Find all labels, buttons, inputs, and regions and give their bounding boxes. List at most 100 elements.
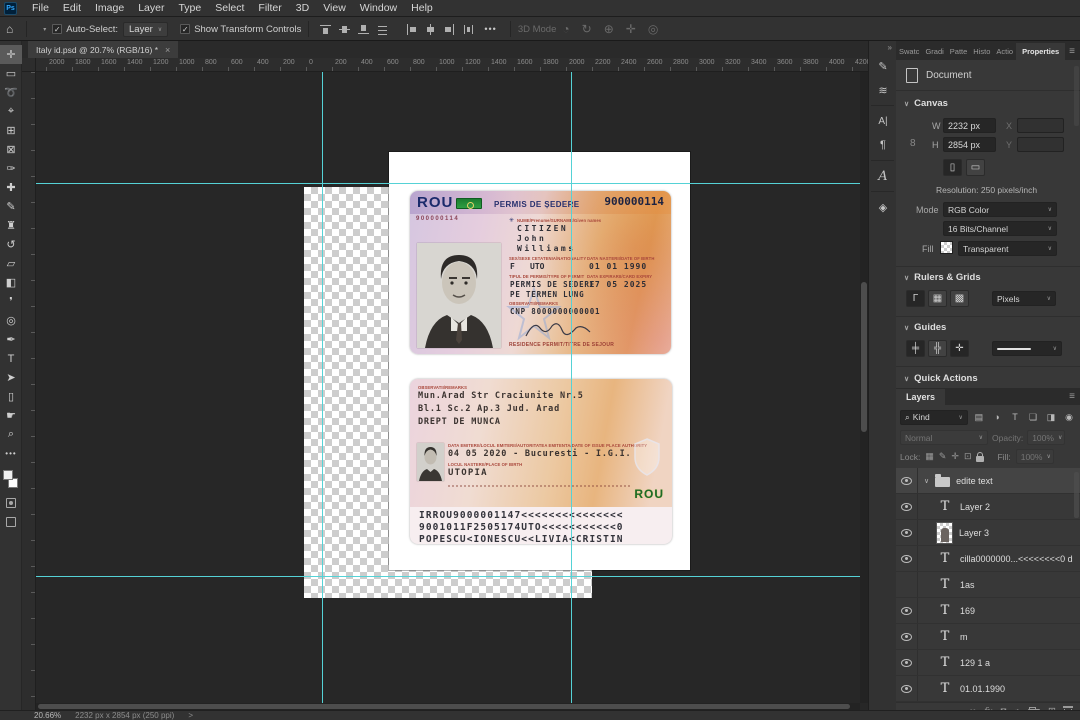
- move-tool[interactable]: ✛: [0, 45, 22, 64]
- bit-depth-dropdown[interactable]: 16 Bits/Channel∨: [943, 221, 1057, 236]
- crop-tool[interactable]: ⊞: [0, 121, 22, 140]
- menu-3d[interactable]: 3D: [289, 1, 316, 15]
- guide-horizontal-top[interactable]: [36, 183, 860, 184]
- layer-filter-dropdown[interactable]: ⌕ Kind ∨: [900, 410, 968, 425]
- menu-edit[interactable]: Edit: [56, 1, 88, 15]
- lock-artboard-icon[interactable]: ⊡: [964, 451, 972, 462]
- constrain-link-icon[interactable]: 8: [910, 138, 916, 149]
- home-icon[interactable]: ⌂: [0, 22, 19, 36]
- distribute-horizontal-button[interactable]: [459, 21, 478, 38]
- foreground-color-swatch[interactable]: [3, 470, 13, 480]
- layers-scrollbar[interactable]: [1074, 472, 1079, 518]
- panel-tab-histo[interactable]: Histo: [970, 43, 993, 60]
- history-brush-tool[interactable]: ↺: [0, 235, 22, 254]
- distribute-vertical-button[interactable]: [373, 21, 392, 38]
- materials-panel-icon[interactable]: ◈: [869, 195, 897, 219]
- canvas-area[interactable]: 2000180016001400120010008006004002000200…: [22, 58, 868, 710]
- text-layer-thumbnail[interactable]: T: [936, 626, 954, 648]
- panel-tab-actio[interactable]: Actio: [993, 43, 1016, 60]
- brushes-panel-icon[interactable]: ≋: [869, 78, 897, 102]
- menu-select[interactable]: Select: [208, 1, 251, 15]
- toggle-guides-button[interactable]: ╪: [906, 340, 925, 357]
- text-layer-thumbnail[interactable]: T: [936, 496, 954, 518]
- expand-panels-icon[interactable]: »: [869, 41, 896, 54]
- snap-guides-button[interactable]: ✛: [950, 340, 969, 357]
- align-vertical-center-button[interactable]: [335, 21, 354, 38]
- image-layer-thumbnail[interactable]: [936, 522, 953, 544]
- toggle-rulers-button[interactable]: Γ: [906, 290, 925, 307]
- orientation-landscape-button[interactable]: ▭: [966, 159, 985, 176]
- ruler-corner[interactable]: [22, 58, 36, 72]
- filter-toggle-pin-icon[interactable]: ◉: [1062, 410, 1076, 424]
- layer-visibility-toggle[interactable]: [896, 546, 918, 571]
- panel-menu-icon[interactable]: ≡: [1069, 46, 1080, 60]
- character-panel-icon[interactable]: A|: [869, 109, 897, 133]
- layer-row[interactable]: Layer 3: [896, 520, 1080, 546]
- menu-window[interactable]: Window: [353, 1, 404, 15]
- guide-vertical-left[interactable]: [322, 72, 323, 703]
- paragraph-panel-icon[interactable]: ¶: [869, 133, 897, 157]
- quick-actions-section-header[interactable]: ∨Quick Actions: [904, 373, 978, 384]
- guide-style-dropdown[interactable]: ∨: [992, 341, 1062, 356]
- frame-tool[interactable]: ⊠: [0, 140, 22, 159]
- panel-menu-icon[interactable]: ≡: [1069, 391, 1080, 405]
- rectangle-tool[interactable]: ▯: [0, 387, 22, 406]
- filter-type-layers-icon[interactable]: T: [1008, 410, 1022, 424]
- layer-visibility-toggle[interactable]: [896, 468, 918, 493]
- menu-view[interactable]: View: [316, 1, 353, 15]
- gradient-tool[interactable]: ◧: [0, 273, 22, 292]
- layer-visibility-toggle[interactable]: [896, 676, 918, 701]
- lock-guides-button[interactable]: ╬: [928, 340, 947, 357]
- menu-type[interactable]: Type: [171, 1, 208, 15]
- edit-toolbar-button[interactable]: •••: [0, 444, 22, 463]
- dodge-tool[interactable]: ◎: [0, 311, 22, 330]
- align-left-button[interactable]: [402, 21, 421, 38]
- fill-dropdown[interactable]: Transparent∨: [958, 241, 1057, 256]
- layer-row[interactable]: T01.01.1990: [896, 676, 1080, 702]
- panel-tab-swatc[interactable]: Swatc: [896, 43, 922, 60]
- object-selection-tool[interactable]: ⌖: [0, 102, 22, 121]
- guide-vertical-right[interactable]: [571, 72, 572, 703]
- align-top-button[interactable]: [316, 21, 335, 38]
- path-selection-tool[interactable]: ➤: [0, 368, 22, 387]
- height-field[interactable]: 2854 px: [943, 137, 996, 152]
- layer-visibility-toggle[interactable]: [896, 572, 918, 597]
- lock-all-icon[interactable]: [976, 456, 984, 462]
- more-options-icon[interactable]: •••: [478, 24, 502, 34]
- zoom-tool[interactable]: ⌕: [0, 425, 22, 444]
- layer-row[interactable]: T169: [896, 598, 1080, 624]
- blur-tool[interactable]: ❜: [0, 292, 22, 311]
- panel-scrollbar[interactable]: [1074, 66, 1079, 126]
- vertical-scrollbar[interactable]: [860, 72, 868, 703]
- text-layer-thumbnail[interactable]: T: [936, 652, 954, 674]
- glyphs-panel-icon[interactable]: A: [869, 164, 897, 188]
- auto-select-target-dropdown[interactable]: Layer ∨: [123, 22, 168, 37]
- menu-file[interactable]: File: [25, 1, 56, 15]
- layer-visibility-toggle[interactable]: [896, 598, 918, 623]
- scrollbar-thumb[interactable]: [38, 704, 850, 709]
- show-transform-checkbox[interactable]: ✓: [180, 24, 190, 34]
- width-field[interactable]: 2232 px: [943, 118, 996, 133]
- clone-stamp-tool[interactable]: ♜: [0, 216, 22, 235]
- lock-transparent-pixels-icon[interactable]: ▦: [925, 451, 934, 462]
- lock-image-pixels-icon[interactable]: ✎: [939, 451, 947, 462]
- layer-row[interactable]: Tcilla0000000...<<<<<<<<0 d: [896, 546, 1080, 572]
- id-card-back[interactable]: OBSERVATII/REMARKS Mun.Arad Str Craciuni…: [410, 379, 672, 544]
- color-mode-dropdown[interactable]: RGB Color∨: [943, 202, 1057, 217]
- align-right-button[interactable]: [440, 21, 459, 38]
- menu-help[interactable]: Help: [404, 1, 440, 15]
- id-card-front[interactable]: ROU PERMIS DE ȘEDERE 900000114 900000114: [410, 191, 671, 354]
- layer-row[interactable]: TLayer 2: [896, 494, 1080, 520]
- lasso-tool[interactable]: ➰: [0, 83, 22, 102]
- layer-visibility-toggle[interactable]: [896, 494, 918, 519]
- align-bottom-button[interactable]: [354, 21, 373, 38]
- ruler-units-dropdown[interactable]: Pixels∨: [992, 291, 1056, 306]
- layer-row[interactable]: T129 1 a: [896, 650, 1080, 676]
- rectangular-marquee-tool[interactable]: ▭: [0, 64, 22, 83]
- scrollbar-thumb[interactable]: [861, 282, 867, 432]
- auto-select-checkbox[interactable]: ✓: [52, 24, 62, 34]
- menu-layer[interactable]: Layer: [131, 1, 171, 15]
- horizontal-ruler[interactable]: 2000180016001400120010008006004002000200…: [36, 58, 868, 72]
- chevron-expand-icon[interactable]: ∨: [924, 477, 929, 485]
- vertical-ruler[interactable]: [22, 72, 36, 710]
